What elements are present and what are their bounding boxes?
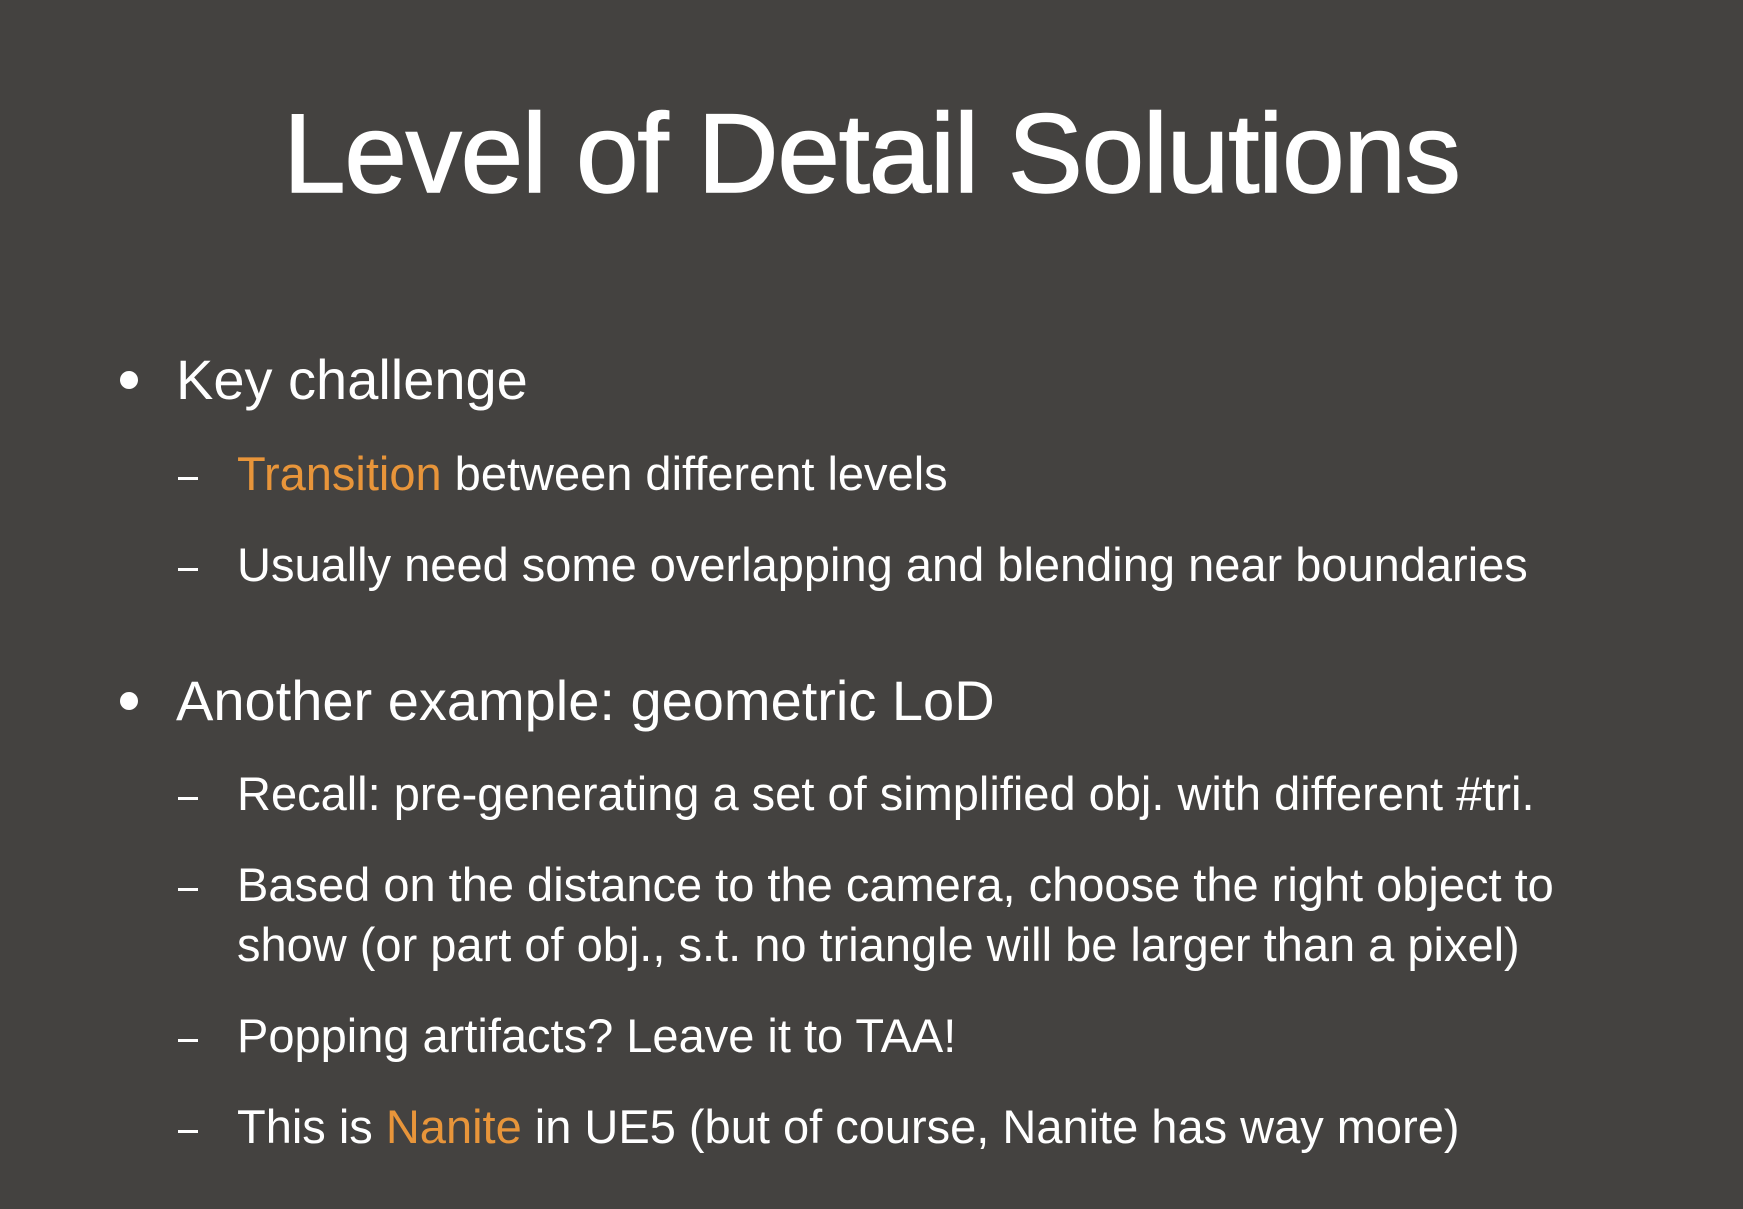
bullet-text: Another example: geometric LoD xyxy=(176,669,995,732)
dash-icon xyxy=(178,477,198,480)
sub-item-text: Transition between different levels xyxy=(237,444,948,504)
slide-title: Level of Detail Solutions xyxy=(282,91,1461,216)
dash-icon xyxy=(178,888,198,891)
sub-item-text: This is Nanite in UE5 (but of course, Na… xyxy=(237,1097,1460,1157)
dash-icon xyxy=(178,568,198,571)
sub-item-before: This is xyxy=(237,1100,386,1153)
dash-icon xyxy=(178,797,198,800)
sub-item-rest: between different levels xyxy=(441,447,948,500)
sub-item-text: Recall: pre-generating a set of simplifi… xyxy=(237,767,1535,820)
sub-item-text-line2: show (or part of obj., s.t. no triangle … xyxy=(237,918,1520,971)
sub-item-text: Usually need some overlapping and blendi… xyxy=(237,538,1528,591)
highlight-transition: Transition xyxy=(237,447,442,500)
sub-item-text-line1: Based on the distance to the camera, cho… xyxy=(237,858,1554,911)
bullet-text: Key challenge xyxy=(176,348,528,411)
highlight-nanite: Nanite xyxy=(385,1100,522,1153)
bullet-dot-icon xyxy=(120,371,138,389)
slide: Level of Detail Solutions Key challenge … xyxy=(0,0,1743,1209)
sub-item-after: in UE5 (but of course, Nanite has way mo… xyxy=(521,1100,1460,1153)
sub-item-text: Popping artifacts? Leave it to TAA! xyxy=(237,1009,957,1062)
dash-icon xyxy=(178,1130,198,1133)
bullet-dot-icon xyxy=(120,692,138,710)
dash-icon xyxy=(178,1039,198,1042)
